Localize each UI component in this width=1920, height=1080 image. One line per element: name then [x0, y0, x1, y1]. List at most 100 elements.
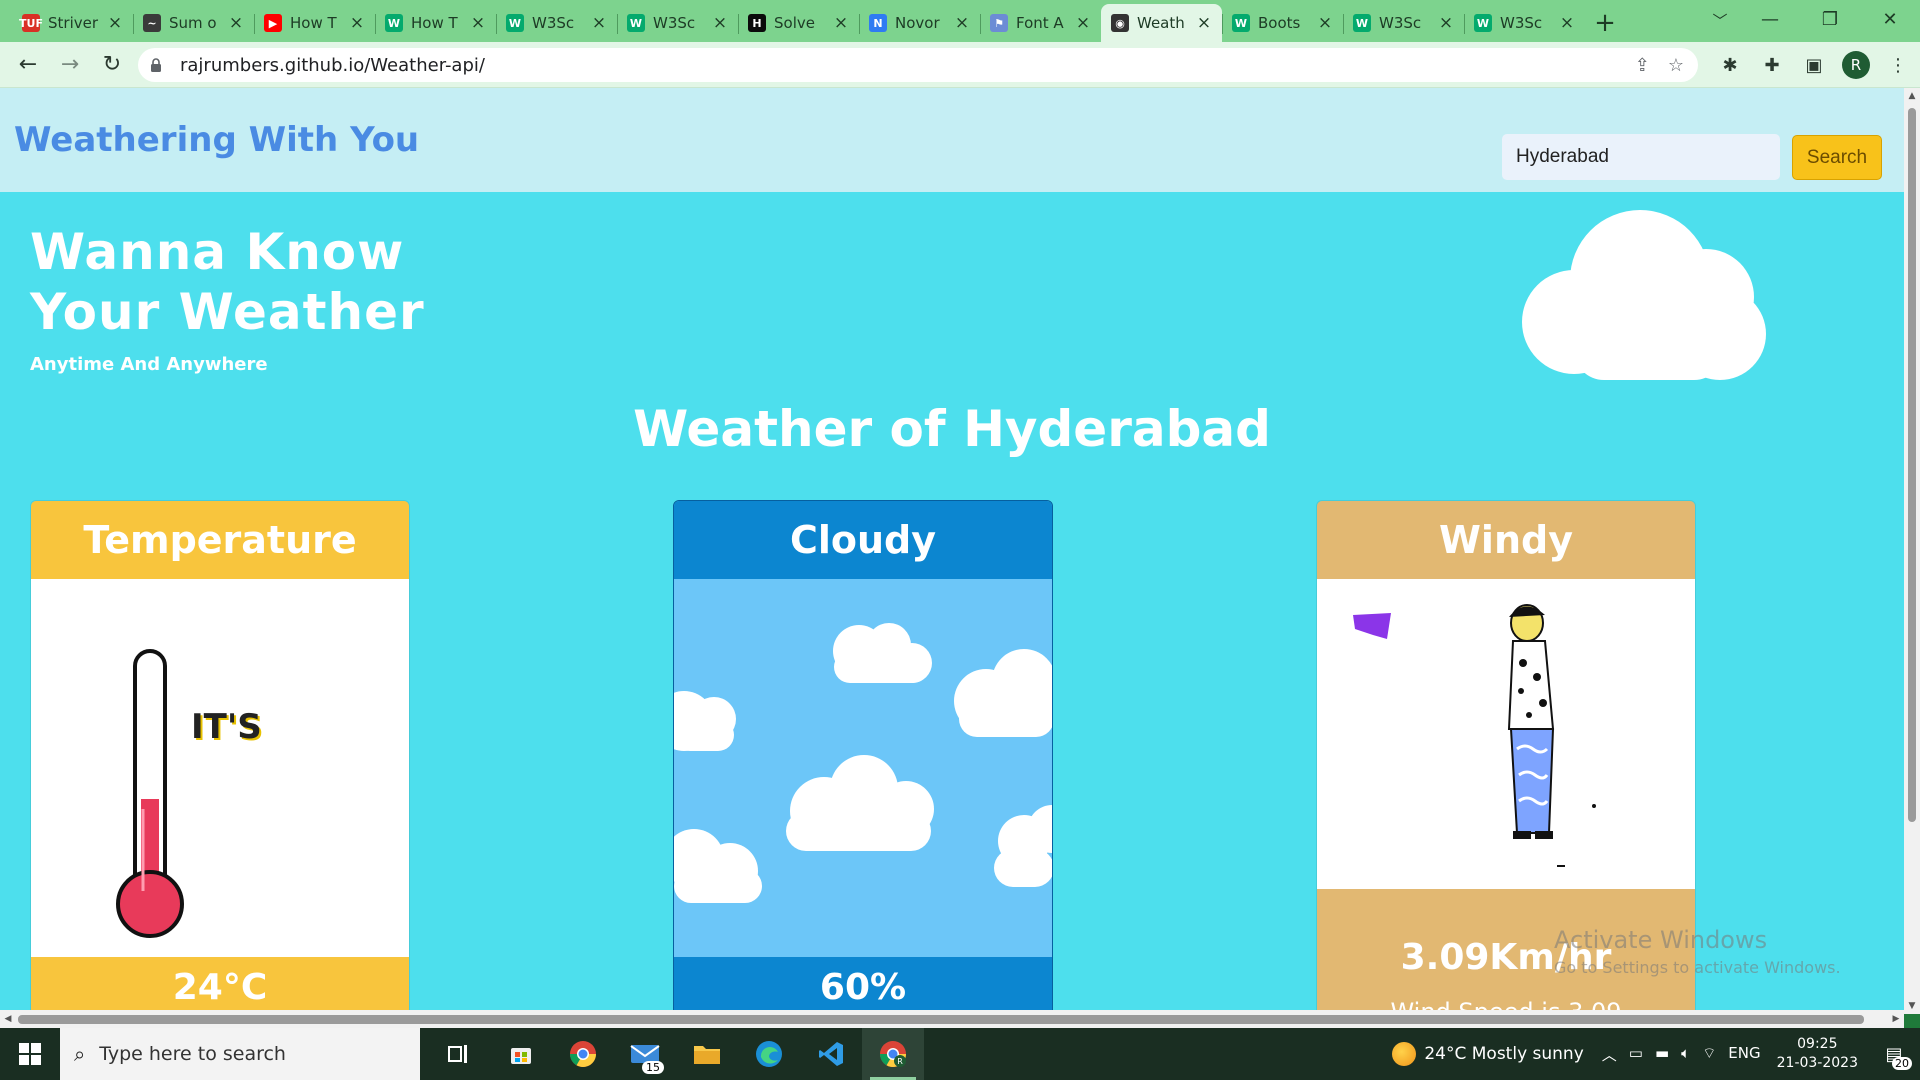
- hero-subtitle: Anytime And Anywhere: [30, 354, 268, 375]
- windows-logo-icon: [19, 1043, 41, 1065]
- browser-tab[interactable]: TUF Striver ×: [12, 4, 133, 42]
- tab-title: W3Sc: [653, 14, 696, 32]
- wifi-icon[interactable]: ⌔: [1702, 1044, 1716, 1065]
- new-tab-button[interactable]: +: [1585, 4, 1625, 42]
- start-button[interactable]: [0, 1028, 60, 1080]
- windy-card-title: Windy: [1317, 501, 1695, 579]
- cloud-icon: [1522, 210, 1766, 380]
- tab-close-icon[interactable]: ×: [107, 13, 123, 33]
- tab-close-icon[interactable]: ×: [349, 13, 365, 33]
- watermark-line2: Go to Settings to activate Windows.: [1554, 958, 1841, 977]
- scroll-up-arrow-icon[interactable]: ▲: [1904, 88, 1920, 104]
- browser-tab[interactable]: W W3Sc ×: [1464, 4, 1585, 42]
- tab-title: W3Sc: [532, 14, 575, 32]
- restore-button[interactable]: ❐: [1800, 0, 1860, 38]
- search-button[interactable]: Search: [1792, 135, 1882, 180]
- tab-close-icon[interactable]: ×: [1559, 13, 1575, 33]
- horizontal-scroll-thumb[interactable]: [18, 1015, 1864, 1024]
- watermark-line1: Activate Windows: [1554, 926, 1768, 954]
- forward-button[interactable]: →: [50, 45, 90, 85]
- vscode-icon[interactable]: [800, 1028, 862, 1080]
- mail-icon[interactable]: 15: [614, 1028, 676, 1080]
- tab-title: W3Sc: [1379, 14, 1422, 32]
- clouds-image: [674, 579, 1052, 957]
- tab-favicon-icon: W: [385, 14, 403, 32]
- browser-tab[interactable]: W How T ×: [375, 4, 496, 42]
- task-view-icon[interactable]: [428, 1028, 490, 1080]
- browser-tab[interactable]: W W3Sc ×: [617, 4, 738, 42]
- tab-close-icon[interactable]: ×: [1438, 13, 1454, 33]
- tab-title: How T: [290, 14, 337, 32]
- clock-time: 09:25: [1797, 1036, 1838, 1052]
- thermometer-image: IT'S: [31, 579, 409, 957]
- tab-close-icon[interactable]: ×: [470, 13, 486, 33]
- battery-icon[interactable]: ▬: [1655, 1044, 1669, 1065]
- clock[interactable]: 09:25 21-03-2023: [1777, 1035, 1858, 1073]
- chrome-profile-icon[interactable]: R: [862, 1028, 924, 1080]
- taskbar-search-placeholder: Type here to search: [99, 1043, 286, 1065]
- site-navbar: Weathering With You Search: [0, 88, 1904, 192]
- bookmark-star-icon[interactable]: ☆: [1668, 55, 1684, 76]
- tab-close-icon[interactable]: ×: [833, 13, 849, 33]
- menu-kebab-icon[interactable]: ⋮: [1884, 51, 1912, 79]
- taskbar-weather-widget[interactable]: 24°C Mostly sunny: [1392, 1042, 1584, 1066]
- its-label: IT'S: [191, 707, 262, 747]
- taskbar-search-box[interactable]: ⌕ Type here to search: [60, 1028, 420, 1080]
- show-hidden-icons-chevron-icon[interactable]: ︿: [1602, 1044, 1617, 1065]
- tab-close-icon[interactable]: ×: [1196, 13, 1212, 33]
- clouds-icon: [674, 623, 1052, 903]
- volume-icon[interactable]: 🔈︎: [1681, 1044, 1690, 1065]
- extension-bug-icon[interactable]: ✱: [1716, 51, 1744, 79]
- tab-close-icon[interactable]: ×: [954, 13, 970, 33]
- window-controls: — ❐ ✕: [1740, 0, 1920, 38]
- profile-avatar[interactable]: R: [1842, 51, 1870, 79]
- back-button[interactable]: ←: [8, 45, 48, 85]
- device-icon[interactable]: ▭: [1629, 1044, 1643, 1065]
- browser-tab[interactable]: ◉ Weath ×: [1101, 4, 1222, 42]
- temperature-card: Temperature IT'S 24°C: [30, 500, 410, 1014]
- site-brand[interactable]: Weathering With You: [14, 120, 419, 160]
- tab-title: Solve: [774, 14, 815, 32]
- scroll-right-arrow-icon[interactable]: ▶: [1888, 1010, 1904, 1028]
- tab-favicon-icon: N: [869, 14, 887, 32]
- browser-tab[interactable]: ⚑ Font A ×: [980, 4, 1101, 42]
- vertical-scroll-thumb[interactable]: [1908, 108, 1916, 822]
- tab-favicon-icon: W: [627, 14, 645, 32]
- notification-count: 20: [1892, 1057, 1912, 1070]
- horizontal-scrollbar[interactable]: ◀ ▶: [0, 1010, 1904, 1028]
- notification-center-icon[interactable]: ▤ 20: [1874, 1034, 1914, 1074]
- browser-tab[interactable]: ~ Sum o ×: [133, 4, 254, 42]
- partly-sunny-icon: [1392, 1042, 1417, 1066]
- browser-tab[interactable]: W Boots ×: [1222, 4, 1343, 42]
- browser-tab[interactable]: N Novor ×: [859, 4, 980, 42]
- scroll-down-arrow-icon[interactable]: ▼: [1904, 998, 1920, 1014]
- extensions-puzzle-icon[interactable]: ✚: [1758, 51, 1786, 79]
- temperature-card-title: Temperature: [31, 501, 409, 579]
- file-explorer-icon[interactable]: [676, 1028, 738, 1080]
- tab-close-icon[interactable]: ×: [1317, 13, 1333, 33]
- tab-close-icon[interactable]: ×: [228, 13, 244, 33]
- side-panel-icon[interactable]: ▣: [1800, 51, 1828, 79]
- vertical-scrollbar[interactable]: ▲ ▼: [1904, 88, 1920, 1014]
- browser-tab[interactable]: W W3Sc ×: [1343, 4, 1464, 42]
- browser-tab[interactable]: W W3Sc ×: [496, 4, 617, 42]
- address-bar[interactable]: rajrumbers.github.io/Weather-api/ ⇪ ☆: [138, 48, 1698, 82]
- tab-favicon-icon: ⚑: [990, 14, 1008, 32]
- edge-icon[interactable]: [738, 1028, 800, 1080]
- tab-close-icon[interactable]: ×: [591, 13, 607, 33]
- scroll-left-arrow-icon[interactable]: ◀: [0, 1010, 16, 1028]
- share-icon[interactable]: ⇪: [1635, 55, 1650, 76]
- close-window-button[interactable]: ✕: [1860, 0, 1920, 38]
- tab-close-icon[interactable]: ×: [712, 13, 728, 33]
- microsoft-store-icon[interactable]: [490, 1028, 552, 1080]
- minimize-button[interactable]: —: [1740, 0, 1800, 38]
- browser-tab[interactable]: H Solve ×: [738, 4, 859, 42]
- tab-close-icon[interactable]: ×: [1075, 13, 1091, 33]
- reload-button[interactable]: ↻: [92, 45, 132, 85]
- chrome-icon[interactable]: [552, 1028, 614, 1080]
- browser-tab-strip: TUF Striver × ~ Sum o × ▶ How T × W How T × W W3Sc × W W…: [0, 0, 1920, 42]
- tab-search-chevron-icon[interactable]: ﹀: [1700, 4, 1740, 36]
- browser-tab[interactable]: ▶ How T ×: [254, 4, 375, 42]
- language-indicator[interactable]: ENG: [1728, 1044, 1760, 1065]
- city-search-input[interactable]: [1502, 134, 1780, 180]
